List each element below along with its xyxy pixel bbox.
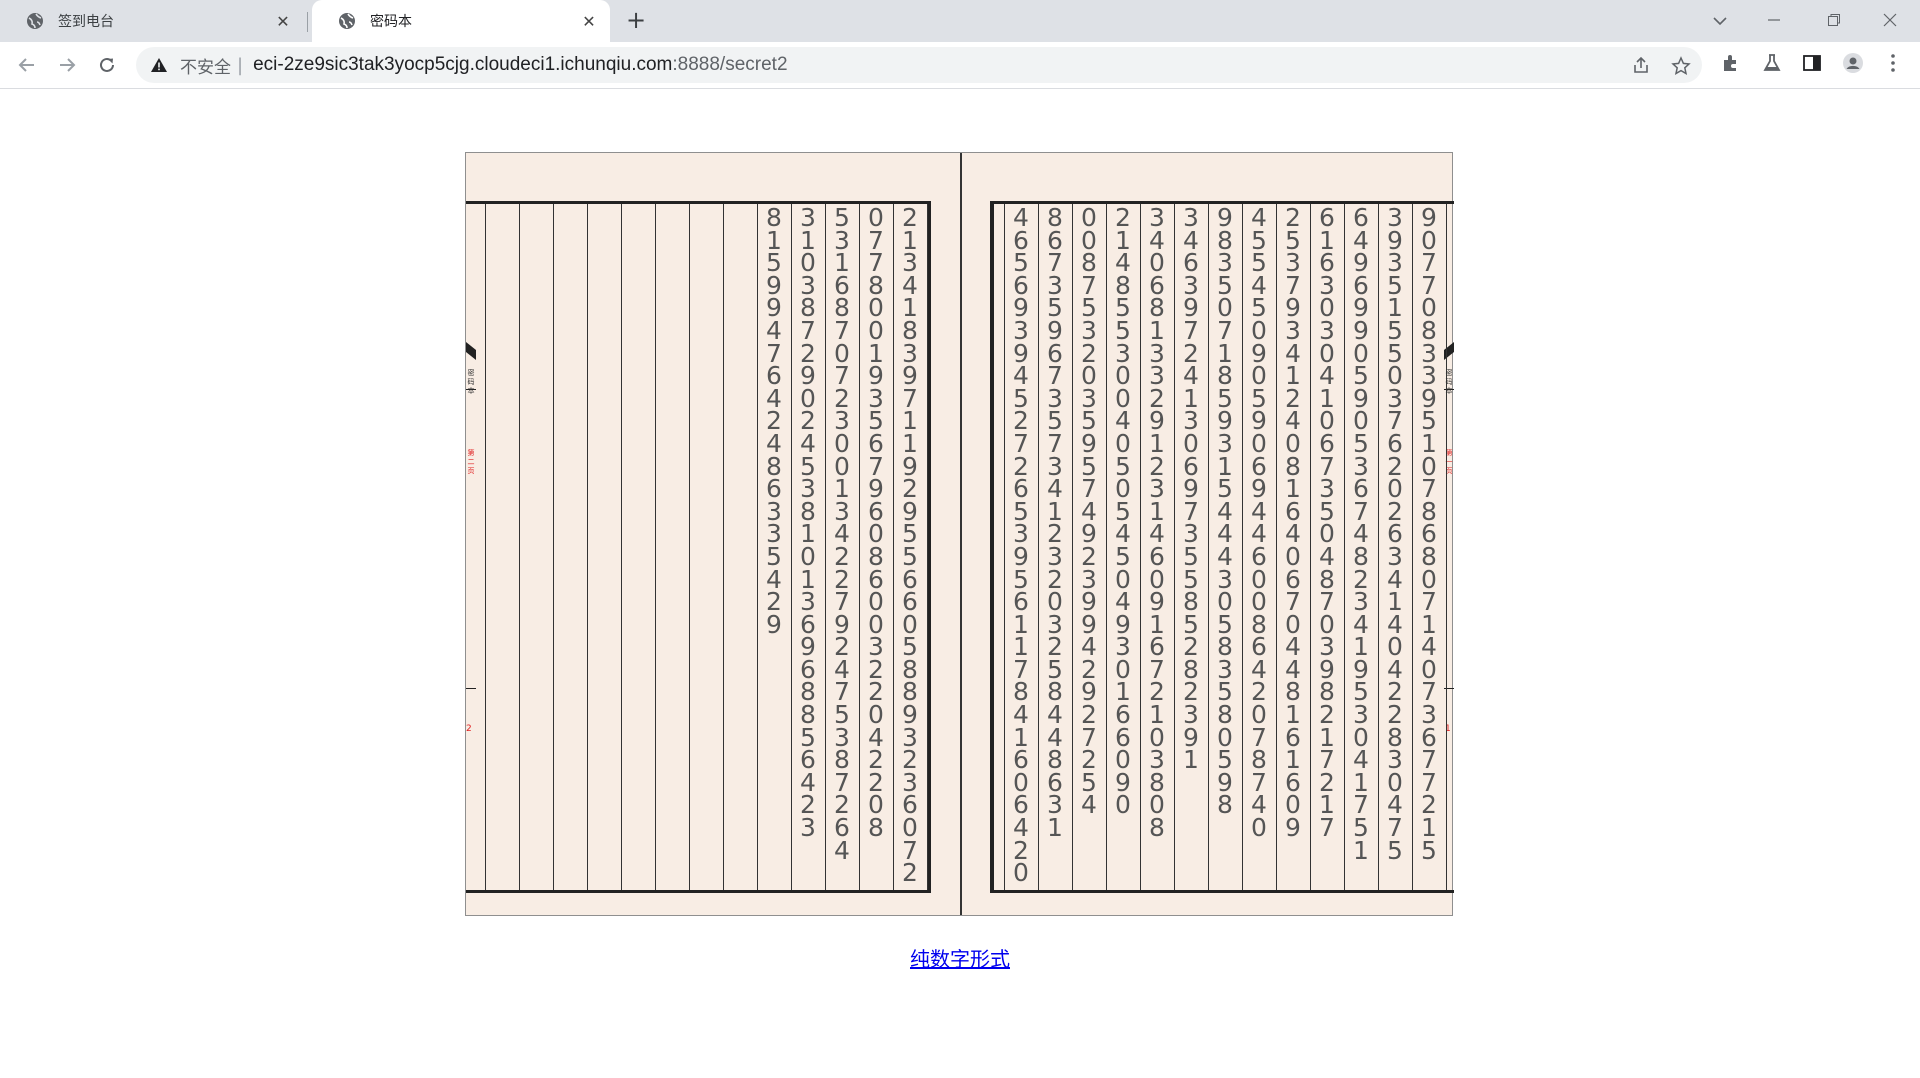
margin-title-mark: 密 码 本 (467, 369, 475, 395)
url-path: :8888/secret2 (672, 54, 788, 75)
digit-column: 3 1 0 3 8 7 2 9 0 2 4 5 3 8 1 0 1 3 6 9 … (800, 203, 816, 843)
star-bookmark-icon[interactable] (1671, 56, 1691, 76)
new-tab-button[interactable]: + (622, 8, 650, 34)
more-menu-icon[interactable] (1882, 52, 1904, 74)
digit-column: 8 1 5 9 9 4 7 6 4 2 4 8 6 3 3 5 4 2 9 (766, 203, 782, 639)
tab-strip: 签到电台 ✕ 密码本 ✕ + (0, 0, 1920, 42)
labs-flask-icon[interactable] (1761, 52, 1783, 74)
left-page-margin: 密 码 本 第 二 页 2 (466, 204, 476, 890)
back-button[interactable] (11, 49, 43, 81)
close-window-button[interactable] (1862, 4, 1918, 36)
arrow-left-icon (18, 58, 34, 72)
digit-column: 2 1 4 8 5 5 3 0 0 4 0 5 0 5 4 5 0 4 9 3 … (1115, 203, 1131, 820)
url-host: eci-2ze9sic3tak3yocp5cjg.cloudeci1.ichun… (253, 54, 673, 75)
globe-icon (27, 13, 43, 29)
digit-column: 5 3 1 6 8 7 0 7 2 3 0 0 1 3 4 2 2 7 9 2 … (834, 203, 850, 865)
numeric-form-link[interactable]: 纯数字形式 (910, 943, 1010, 972)
fish-tail-mark-icon (466, 342, 476, 360)
digit-column: 3 9 3 5 1 5 5 0 3 7 6 2 0 2 6 3 4 1 4 0 … (1387, 203, 1403, 865)
digit-column: 8 6 7 3 5 9 6 7 3 5 7 3 4 1 2 3 2 0 3 2 … (1047, 203, 1063, 843)
digit-column: 0 7 7 8 0 0 1 9 3 5 6 7 9 6 0 8 6 0 0 3 … (868, 203, 884, 843)
digit-column: 3 4 6 3 9 7 2 4 1 3 0 6 9 7 3 5 5 8 5 2 … (1183, 203, 1199, 775)
profile-avatar-icon[interactable] (1842, 52, 1864, 74)
tab-title: 签到电台 (58, 14, 114, 30)
restore-button[interactable] (1806, 4, 1862, 36)
side-panel-icon[interactable] (1801, 52, 1823, 74)
digit-column: 4 5 5 4 5 0 9 0 5 9 0 6 9 4 4 6 0 0 8 6 … (1251, 203, 1267, 843)
left-page-frame: 密 码 本 第 二 页 2 2 1 3 4 1 8 3 9 7 1 1 9 2 … (466, 201, 931, 893)
tab-checkin-radio[interactable]: 签到电台 ✕ (0, 0, 308, 42)
column-rule (553, 204, 554, 890)
column-rule (587, 204, 588, 890)
column-rule (927, 204, 928, 890)
close-tab-icon[interactable]: ✕ (580, 12, 598, 31)
restore-icon (1828, 14, 1840, 26)
column-rule (723, 204, 724, 890)
extensions-puzzle-icon[interactable] (1720, 52, 1742, 74)
arrow-right-icon (60, 58, 76, 72)
column-rule (485, 204, 486, 890)
digit-column: 2 5 3 7 9 3 4 1 2 4 0 8 1 6 4 0 6 7 0 4 … (1285, 203, 1301, 843)
digit-column: 9 0 7 7 0 8 3 3 9 5 1 0 7 8 6 8 0 7 1 4 … (1421, 203, 1437, 865)
column-rule (689, 204, 690, 890)
digit-column: 3 4 0 6 8 1 3 3 2 9 1 2 3 1 4 6 0 9 1 6 … (1149, 203, 1165, 843)
minimize-icon (1768, 19, 1780, 21)
security-label[interactable]: 不安全 (180, 53, 231, 78)
globe-icon (339, 13, 355, 29)
reload-icon (100, 57, 114, 72)
book-spine (960, 153, 962, 915)
margin-page-mark: 第 二 页 (467, 449, 475, 475)
close-window-icon (1883, 13, 1897, 27)
right-page-frame: 密 码 本 第 一 页 1 9 0 7 7 0 8 3 3 9 5 1 0 7 … (990, 201, 1454, 893)
warning-icon[interactable] (150, 56, 168, 74)
codebook-spread: 密 码 本 第 二 页 2 2 1 3 4 1 8 3 9 7 1 1 9 2 … (465, 152, 1454, 916)
close-tab-icon[interactable]: ✕ (274, 12, 292, 31)
minimize-button[interactable] (1746, 4, 1802, 36)
tab-codebook[interactable]: 密码本 ✕ (312, 0, 610, 42)
column-rule (1446, 204, 1447, 890)
reload-button[interactable] (91, 49, 123, 81)
column-rule (655, 204, 656, 890)
address-separator: | (237, 54, 244, 76)
column-rule (621, 204, 622, 890)
browser-toolbar: 不安全 | eci-2ze9sic3tak3yocp5cjg.cloudeci1… (0, 42, 1920, 89)
tab-search-chevron-icon[interactable] (1708, 10, 1732, 32)
digit-column: 6 4 9 6 9 9 0 5 9 0 5 3 6 7 4 8 2 3 4 1 … (1353, 203, 1369, 865)
forward-button[interactable] (51, 49, 83, 81)
page-number: 2 (466, 724, 472, 734)
column-rule (519, 204, 520, 890)
digit-column: 2 1 3 4 1 8 3 9 7 1 1 9 2 9 5 5 6 6 0 5 … (902, 203, 918, 888)
digit-column: 0 0 8 7 5 3 2 0 3 5 9 5 7 4 9 2 3 9 9 4 … (1081, 203, 1097, 820)
share-icon[interactable] (1631, 56, 1651, 76)
tab-title: 密码本 (370, 14, 412, 30)
address-bar[interactable]: 不安全 | eci-2ze9sic3tak3yocp5cjg.cloudeci1… (136, 47, 1702, 83)
digit-column: 4 6 5 6 9 3 9 4 5 2 7 2 6 5 3 9 5 6 1 1 … (1013, 203, 1029, 888)
digit-column: 9 8 3 5 0 7 1 8 5 9 3 1 5 4 4 4 3 0 5 8 … (1217, 203, 1233, 820)
digit-column: 6 1 6 3 0 3 0 4 1 0 6 7 3 5 0 4 8 7 0 3 … (1319, 203, 1335, 843)
